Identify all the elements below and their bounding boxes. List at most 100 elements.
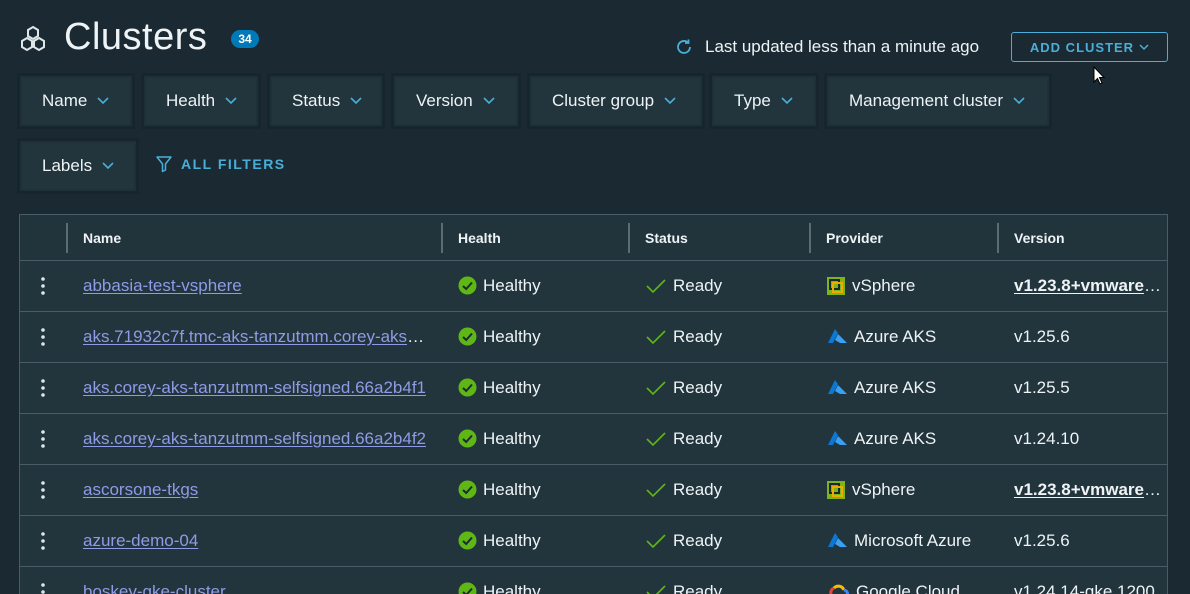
status-text: Ready — [673, 429, 723, 448]
version-cell: v1.25.6 — [1014, 516, 1164, 566]
status-text: Ready — [673, 327, 723, 346]
healthy-check-icon — [458, 531, 477, 550]
provider-cell: Azure AKS — [826, 312, 994, 362]
healthy-check-icon — [458, 276, 477, 295]
filter-health[interactable]: Health — [144, 76, 258, 126]
version-cell: v1.25.6 — [1014, 312, 1164, 362]
chevron-down-icon — [97, 97, 109, 105]
filter-name[interactable]: Name — [20, 76, 132, 126]
filter-type[interactable]: Type — [712, 76, 816, 126]
provider-cell: Azure AKS — [826, 414, 994, 464]
row-actions-kebab-icon[interactable] — [38, 582, 48, 594]
health-cell: Healthy — [458, 363, 623, 413]
healthy-check-icon — [458, 480, 477, 499]
health-cell: Healthy — [458, 312, 623, 362]
health-cell: Healthy — [458, 261, 623, 311]
filter-label: Management cluster — [849, 91, 1004, 110]
status-cell: Ready — [645, 414, 805, 464]
row-actions-kebab-icon[interactable] — [38, 480, 48, 500]
filter-status[interactable]: Status — [270, 76, 382, 126]
column-header-name[interactable]: Name — [83, 215, 121, 261]
column-separator — [66, 223, 68, 253]
row-actions-kebab-icon[interactable] — [38, 378, 48, 398]
column-header-status[interactable]: Status — [645, 215, 688, 261]
cluster-name-link[interactable]: aks.corey-aks-tanzutmm-selfsigned.66a2b4… — [83, 378, 426, 397]
ready-check-icon — [646, 482, 666, 497]
column-separator[interactable] — [441, 223, 443, 253]
filter-label: Type — [734, 91, 771, 110]
last-updated-text: Last updated less than a minute ago — [705, 37, 980, 56]
refresh-icon[interactable] — [674, 37, 694, 57]
row-actions-kebab-icon[interactable] — [38, 276, 48, 296]
health-cell: Healthy — [458, 414, 623, 464]
add-cluster-label: ADD CLUSTER — [1029, 39, 1135, 55]
version-cell: v1.23.8+vmware.3-tkg.1 — [1014, 261, 1164, 311]
version-text[interactable]: v1.23.8+vmware.3-tkg.1 — [1014, 276, 1164, 295]
provider-cell: vSphere — [826, 261, 994, 311]
column-header-health[interactable]: Health — [458, 215, 501, 261]
row-actions-kebab-icon[interactable] — [38, 327, 48, 347]
version-text: v1.24.10 — [1014, 429, 1080, 448]
column-separator[interactable] — [809, 223, 811, 253]
clusters-table: Name Health Status Provider Version abba… — [19, 214, 1168, 594]
chevron-down-icon — [102, 162, 114, 170]
column-header-version[interactable]: Version — [1014, 215, 1065, 261]
filter-version[interactable]: Version — [394, 76, 518, 126]
health-text: Healthy — [483, 531, 541, 550]
health-text: Healthy — [483, 480, 541, 499]
provider-cell: vSphere — [826, 465, 994, 515]
filter-label: Health — [166, 91, 216, 110]
version-text: v1.25.6 — [1014, 327, 1070, 346]
filter-label: Version — [416, 91, 473, 110]
cluster-name-link[interactable]: aks.corey-aks-tanzutmm-selfsigned.66a2b4… — [83, 429, 426, 448]
version-text: v1.25.5 — [1014, 378, 1070, 397]
chevron-down-icon — [1013, 97, 1025, 105]
table-row: ascorsone-tkgs Healthy Ready vSphere v1.23.8… — [20, 465, 1167, 516]
google-cloud-icon — [829, 584, 849, 594]
healthy-check-icon — [458, 582, 477, 594]
ready-check-icon — [646, 533, 666, 548]
ready-check-icon — [646, 431, 666, 446]
filter-cluster-group[interactable]: Cluster group — [530, 76, 702, 126]
clusters-icon — [21, 25, 45, 52]
cluster-name-link[interactable]: abbasia-test-vsphere — [83, 276, 242, 295]
row-actions-kebab-icon[interactable] — [38, 531, 48, 551]
provider-text: Azure AKS — [854, 327, 937, 346]
azure-icon — [828, 430, 847, 445]
row-actions-kebab-icon[interactable] — [38, 429, 48, 449]
status-text: Ready — [673, 276, 723, 295]
cluster-name-link[interactable]: azure-demo-04 — [83, 531, 198, 550]
cluster-name-link[interactable]: boskey-gke-cluster — [83, 582, 226, 594]
version-cell: v1.25.5 — [1014, 363, 1164, 413]
filter-label: Status — [292, 91, 341, 110]
chevron-down-icon — [664, 97, 676, 105]
column-header-provider[interactable]: Provider — [826, 215, 883, 261]
health-cell: Healthy — [458, 516, 623, 566]
cluster-name-link[interactable]: aks.71932c7f.tmc-aks-tanzutmm.corey-aks-… — [83, 327, 428, 346]
status-text: Ready — [673, 378, 723, 397]
column-separator[interactable] — [997, 223, 999, 253]
page-title: Clusters — [64, 16, 208, 58]
filter-labels[interactable]: Labels — [20, 141, 136, 191]
column-separator[interactable] — [628, 223, 630, 253]
provider-text: Microsoft Azure — [854, 531, 972, 550]
table-row: aks.71932c7f.tmc-aks-tanzutmm.corey-aks-… — [20, 312, 1167, 363]
ready-check-icon — [646, 380, 666, 395]
chevron-down-icon — [1139, 43, 1149, 50]
status-cell: Ready — [645, 261, 805, 311]
version-text[interactable]: v1.23.8+vmware.3-tkg.1 — [1014, 480, 1164, 499]
provider-text: Azure AKS — [854, 429, 937, 448]
provider-text: Azure AKS — [854, 378, 937, 397]
page-header: Clusters 34 Last updated less than a min… — [0, 0, 1190, 85]
add-cluster-button[interactable]: ADD CLUSTER — [1011, 32, 1168, 62]
cluster-count-badge: 34 — [231, 30, 259, 48]
health-cell: Healthy — [458, 465, 623, 515]
all-filters-button[interactable]: ALL FILTERS — [155, 155, 286, 173]
provider-cell: Google Cloud — [826, 567, 994, 594]
chevron-down-icon — [350, 97, 362, 105]
table-row: boskey-gke-cluster Healthy Ready Google Clo… — [20, 567, 1167, 594]
healthy-check-icon — [458, 429, 477, 448]
filter-management-cluster[interactable]: Management cluster — [827, 76, 1049, 126]
azure-icon — [828, 532, 847, 547]
cluster-name-link[interactable]: ascorsone-tkgs — [83, 480, 198, 499]
